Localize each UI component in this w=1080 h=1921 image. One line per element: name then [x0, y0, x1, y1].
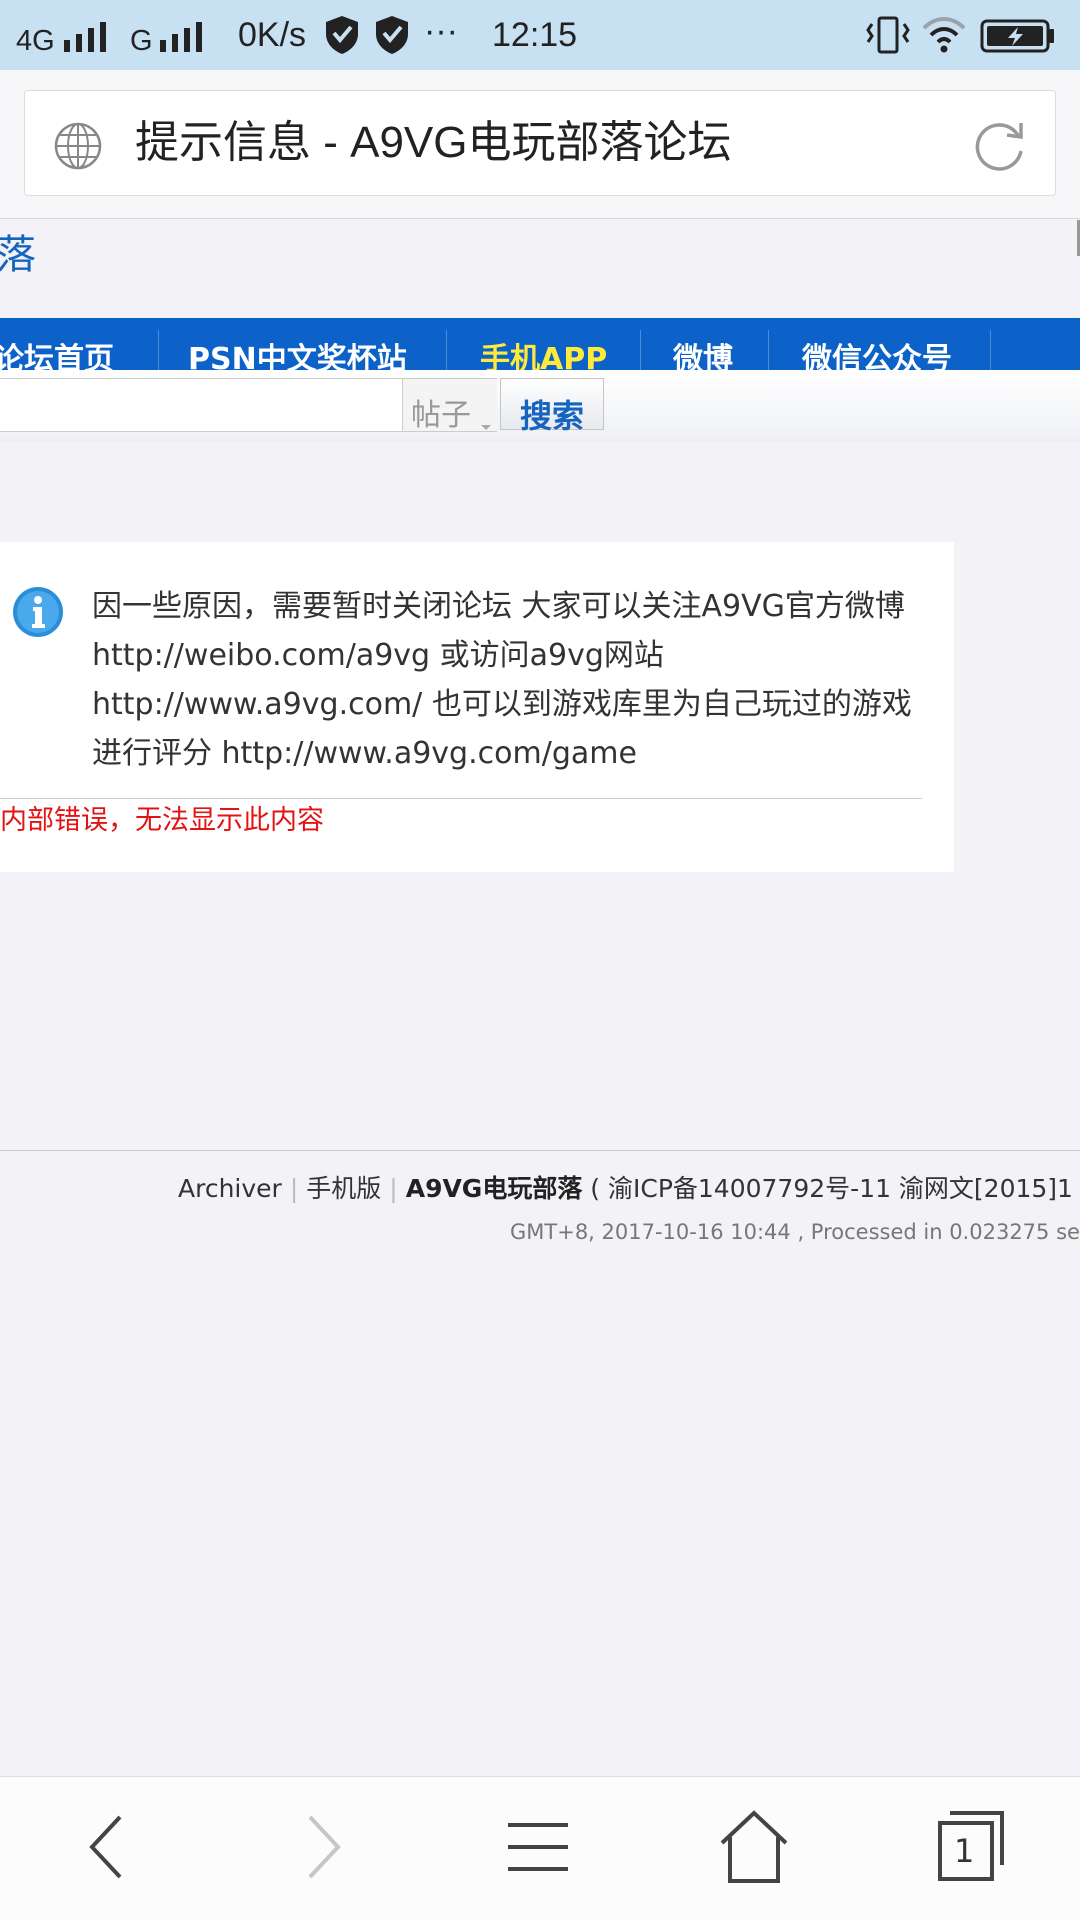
nav-separator	[158, 330, 159, 370]
address-field[interactable]: 提示信息 - A9VG电玩部落论坛	[24, 90, 1056, 196]
nav-separator	[990, 330, 991, 370]
home-icon[interactable]	[704, 1797, 804, 1897]
footer-link-mobile[interactable]: 手机版	[306, 1174, 381, 1203]
search-type-select[interactable]: 帖子	[403, 378, 497, 433]
address-bar: 提示信息 - A9VG电玩部落论坛	[0, 70, 1080, 219]
footer-link-archiver[interactable]: Archiver	[178, 1174, 282, 1203]
search-input[interactable]	[0, 378, 403, 432]
message-box: 因一些原因，需要暂时关闭论坛 大家可以关注A9VG官方微博http://weib…	[0, 542, 954, 872]
signal-strength-icon	[64, 20, 120, 52]
reload-icon[interactable]	[973, 117, 1029, 173]
status-bar: 4G G 0K/s ··· 12:15	[0, 0, 1080, 70]
nav-item-psn-trophy[interactable]: PSN中文奖杯站	[188, 334, 407, 370]
site-logo[interactable]: 落	[0, 222, 36, 280]
tabs-button[interactable]: 1	[920, 1797, 1020, 1897]
nav-item-weibo[interactable]: 微博	[673, 334, 733, 370]
nav-item-forum-home[interactable]: 论坛首页	[0, 334, 114, 370]
shield-icon-2	[376, 16, 408, 54]
globe-icon	[54, 122, 102, 170]
browser-toolbar: 1	[0, 1776, 1080, 1921]
wifi-icon	[922, 17, 966, 53]
clock: 12:15	[492, 16, 578, 54]
message-text: 因一些原因，需要暂时关闭论坛 大家可以关注A9VG官方微博http://weib…	[92, 589, 912, 771]
shield-icon	[326, 16, 358, 54]
info-icon	[13, 587, 63, 637]
vibrate-icon	[866, 16, 910, 54]
footer-divider	[0, 1150, 1080, 1151]
back-icon[interactable]	[58, 1797, 158, 1897]
signal-strength-icon-2	[160, 20, 216, 52]
search-bar: 帖子 搜索	[0, 370, 1080, 442]
nav-item-wechat[interactable]: 微信公众号	[802, 334, 952, 370]
network-type-label-2: G	[130, 25, 153, 57]
search-button[interactable]: 搜索	[500, 378, 604, 435]
network-type-label: 4G	[16, 25, 55, 57]
search-type-value: 帖子	[411, 398, 471, 433]
message-divider	[0, 798, 922, 799]
more-notifications-icon: ···	[424, 12, 458, 50]
network-speed: 0K/s	[238, 16, 307, 54]
nav-separator	[768, 330, 769, 370]
forward-icon[interactable]	[272, 1797, 372, 1897]
footer-icp[interactable]: ( 渝ICP备14007792号-11 渝网文[2015]1	[590, 1174, 1073, 1203]
search-button-label: 搜索	[519, 397, 584, 435]
error-message: 内部错误，无法显示此内容	[0, 805, 324, 836]
page-title: 提示信息 - A9VG电玩部落论坛	[135, 118, 732, 167]
footer-brand[interactable]: A9VG电玩部落	[406, 1174, 583, 1203]
nav-item-mobile-app[interactable]: 手机APP	[480, 334, 607, 370]
menu-icon[interactable]	[488, 1797, 588, 1897]
footer-links: Archiver | 手机版 | A9VG电玩部落 ( 渝ICP备14007792号-1…	[178, 1174, 1073, 1203]
battery-charging-icon	[980, 19, 1054, 53]
main-nav: 论坛首页 PSN中文奖杯站 手机APP 微博 微信公众号	[0, 318, 1080, 370]
nav-separator	[446, 330, 447, 370]
chevron-down-icon	[481, 425, 491, 430]
tab-count: 1	[954, 1832, 975, 1870]
footer-meta: GMT+8, 2017-10-16 10:44 , Processed in 0…	[510, 1220, 1080, 1244]
nav-separator	[640, 330, 641, 370]
